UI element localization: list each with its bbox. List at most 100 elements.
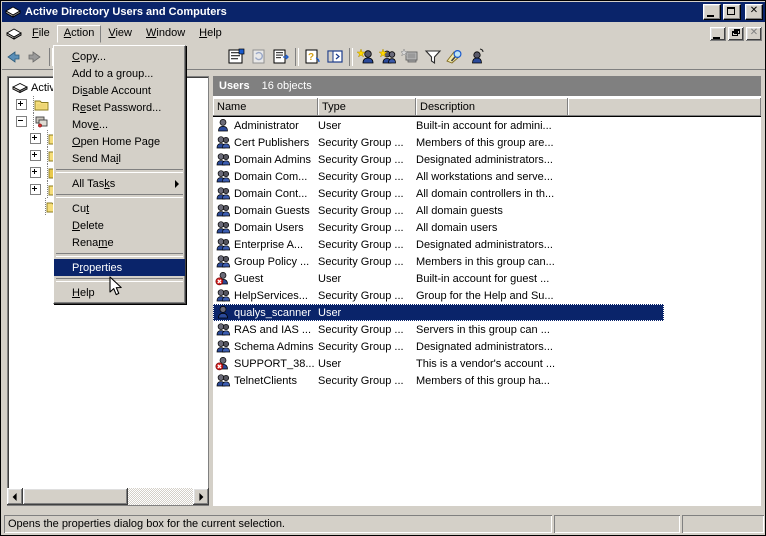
- cell-description: Designated administrators...: [416, 153, 553, 166]
- menu-item-help[interactable]: Help: [54, 284, 185, 301]
- cell-name-label: Domain Cont...: [234, 187, 308, 200]
- menu-item-disable-account[interactable]: Disable Account: [54, 82, 185, 99]
- table-row[interactable]: Domain Admins Security Group ... Designate…: [213, 151, 761, 168]
- filter-icon[interactable]: [422, 46, 444, 68]
- group-icon: [215, 135, 232, 150]
- close-button[interactable]: ✕: [745, 4, 763, 20]
- table-row[interactable]: Administrator User Built-in account for ad…: [213, 117, 761, 134]
- cell-name-label: Schema Admins: [234, 340, 314, 353]
- title-bar[interactable]: Active Directory Users and Computers ✕: [2, 2, 765, 22]
- table-row[interactable]: SUPPORT_38... User This is a vendor's acco…: [213, 355, 761, 372]
- maximize-button[interactable]: [723, 4, 741, 20]
- refresh-icon[interactable]: [248, 46, 270, 68]
- scroll-track[interactable]: [23, 488, 193, 505]
- column-header-type[interactable]: Type: [318, 98, 416, 116]
- menu-item-send-mail[interactable]: Send Mail: [54, 150, 185, 167]
- menu-item-delete[interactable]: Delete: [54, 217, 185, 234]
- cell-description: Members in this group can...: [416, 255, 555, 268]
- help-icon[interactable]: ?: [302, 46, 324, 68]
- table-row[interactable]: HelpServices... Security Group ... Group f…: [213, 287, 761, 304]
- cell-name: Guest: [213, 271, 318, 286]
- show-hide-console-tree-icon[interactable]: [226, 46, 248, 68]
- menu-item-move[interactable]: Move...: [54, 116, 185, 133]
- menu-item-cut[interactable]: Cut: [54, 200, 185, 217]
- table-row[interactable]: Group Policy ... Security Group ... Member…: [213, 253, 761, 270]
- table-row[interactable]: Schema Admins Security Group ... Designate…: [213, 338, 761, 355]
- column-header-name[interactable]: Name: [213, 98, 318, 116]
- menu-help[interactable]: Help: [192, 25, 229, 42]
- table-row[interactable]: Domain Cont... Security Group ... All doma…: [213, 185, 761, 202]
- menu-item-label: Open Home Page: [72, 135, 161, 148]
- tree-horizontal-scrollbar[interactable]: [7, 488, 209, 505]
- mdi-restore-button[interactable]: [728, 26, 744, 41]
- expand-icon[interactable]: [16, 99, 27, 110]
- menu-file[interactable]: FFileile: [25, 25, 57, 42]
- table-row[interactable]: Cert Publishers Security Group ... Members…: [213, 134, 761, 151]
- group-icon: [215, 220, 232, 235]
- export-list-icon[interactable]: [270, 46, 292, 68]
- minimize-button[interactable]: [703, 4, 721, 20]
- cell-type: User: [318, 306, 342, 319]
- scroll-thumb[interactable]: [23, 488, 128, 505]
- cell-name: Domain Users: [213, 220, 318, 235]
- toolbar-separator-2: [295, 47, 299, 66]
- menu-item-copy[interactable]: Copy...: [54, 48, 185, 65]
- cell-name-label: TelnetClients: [234, 374, 297, 387]
- show-hide-action-pane-icon[interactable]: [324, 46, 346, 68]
- new-group-icon[interactable]: [378, 46, 400, 68]
- status-panel-2: [554, 515, 680, 533]
- column-header-extra[interactable]: [568, 98, 761, 116]
- table-row[interactable]: Domain Guests Security Group ... All domai…: [213, 202, 761, 219]
- menu-bar: FFileile Action View Window Help ✕: [2, 23, 765, 44]
- table-row[interactable]: Guest User Built-in account for guest ...: [213, 270, 761, 287]
- cell-name: Domain Com...: [213, 169, 318, 184]
- expand-icon[interactable]: [30, 150, 41, 161]
- back-icon[interactable]: [2, 46, 24, 68]
- cell-name: RAS and IAS ...: [213, 322, 318, 337]
- menu-item-open-home-page[interactable]: Open Home Page: [54, 133, 185, 150]
- cell-name-label: qualys_scanner: [234, 306, 312, 319]
- scroll-left-button[interactable]: [7, 488, 23, 505]
- cell-type: Security Group ...: [318, 170, 404, 183]
- table-row[interactable]: qualys_scanner User: [213, 304, 761, 321]
- group-icon: [215, 373, 232, 388]
- saved-query-icon[interactable]: [466, 46, 488, 68]
- cell-description: Members of this group ha...: [416, 374, 550, 387]
- menu-item-label: Move...: [72, 118, 109, 131]
- menu-item-rename[interactable]: Rename: [54, 234, 185, 251]
- menu-item-label: Cut: [72, 202, 90, 215]
- list-header-bar: Users 16 objects: [213, 76, 761, 96]
- menu-action[interactable]: Action: [56, 24, 102, 43]
- cell-description: All workstations and serve...: [416, 170, 553, 183]
- table-row[interactable]: Domain Users Security Group ... All domain…: [213, 219, 761, 236]
- cell-name: qualys_scanner: [213, 305, 318, 320]
- cell-name: Enterprise A...: [213, 237, 318, 252]
- user-disabled-icon: [215, 271, 232, 286]
- menu-item-add-to-a-group[interactable]: Add to a group...: [54, 65, 185, 82]
- table-row[interactable]: TelnetClients Security Group ... Members o…: [213, 372, 761, 389]
- menu-item-reset-password[interactable]: Reset Password...: [54, 99, 185, 116]
- expand-icon[interactable]: [30, 184, 41, 195]
- svg-text:?: ?: [308, 52, 314, 63]
- collapse-icon[interactable]: [16, 116, 27, 127]
- table-row[interactable]: Enterprise A... Security Group ... Designa…: [213, 236, 761, 253]
- table-row[interactable]: RAS and IAS ... Security Group ... Servers…: [213, 321, 761, 338]
- menu-item-all-tasks[interactable]: All Tasks: [54, 175, 185, 192]
- cell-name-label: Guest: [234, 272, 264, 285]
- column-header-description[interactable]: Description: [416, 98, 568, 116]
- console-root-icon: [12, 81, 28, 95]
- expand-icon[interactable]: [30, 167, 41, 178]
- new-user-icon[interactable]: [356, 46, 378, 68]
- column-headers: Name Type Description: [213, 97, 761, 116]
- menu-item-properties[interactable]: Properties: [54, 259, 185, 276]
- forward-icon[interactable]: [24, 46, 46, 68]
- new-computer-icon[interactable]: [400, 46, 422, 68]
- menu-view[interactable]: View: [101, 25, 139, 42]
- group-icon: [215, 152, 232, 167]
- scroll-right-button[interactable]: [193, 488, 209, 505]
- expand-icon[interactable]: [30, 133, 41, 144]
- mdi-minimize-button[interactable]: [710, 26, 726, 41]
- find-icon[interactable]: [444, 46, 466, 68]
- menu-window[interactable]: Window: [139, 25, 192, 42]
- table-row[interactable]: Domain Com... Security Group ... All works…: [213, 168, 761, 185]
